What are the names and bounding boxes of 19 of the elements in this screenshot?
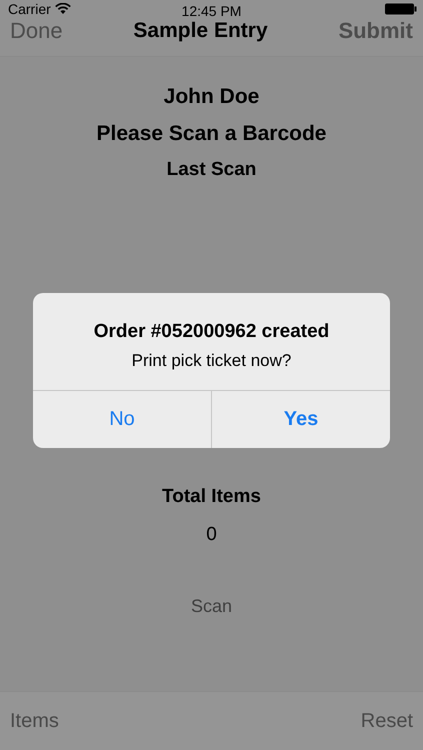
scan-button[interactable]: Scan: [190, 596, 232, 617]
alert-button[interactable]: No: [33, 391, 211, 448]
scan-prompt: Please Scan a Barcode: [96, 122, 326, 146]
last-scan-label: Last Scan: [166, 159, 256, 181]
status-time: 12:45 PM: [182, 3, 242, 19]
screen-title: Sample Entry: [133, 19, 268, 43]
battery-icon: [385, 3, 417, 15]
alert-button[interactable]: Yes: [211, 391, 390, 448]
alert-message: Print pick ticket now?: [130, 351, 292, 371]
total-items-label: Total Items: [162, 486, 261, 508]
items-button[interactable]: Items: [10, 710, 59, 732]
carrier-name: Carrier: [8, 1, 51, 17]
reset-button[interactable]: Reset: [360, 710, 413, 732]
total-items-count: 0: [206, 524, 217, 546]
wifi-icon: [54, 3, 71, 15]
user-name: John Doe: [164, 85, 260, 109]
done-button[interactable]: Done: [10, 18, 63, 44]
alert-title: Order #052000962 created: [92, 321, 330, 343]
submit-button[interactable]: Submit: [338, 18, 413, 44]
